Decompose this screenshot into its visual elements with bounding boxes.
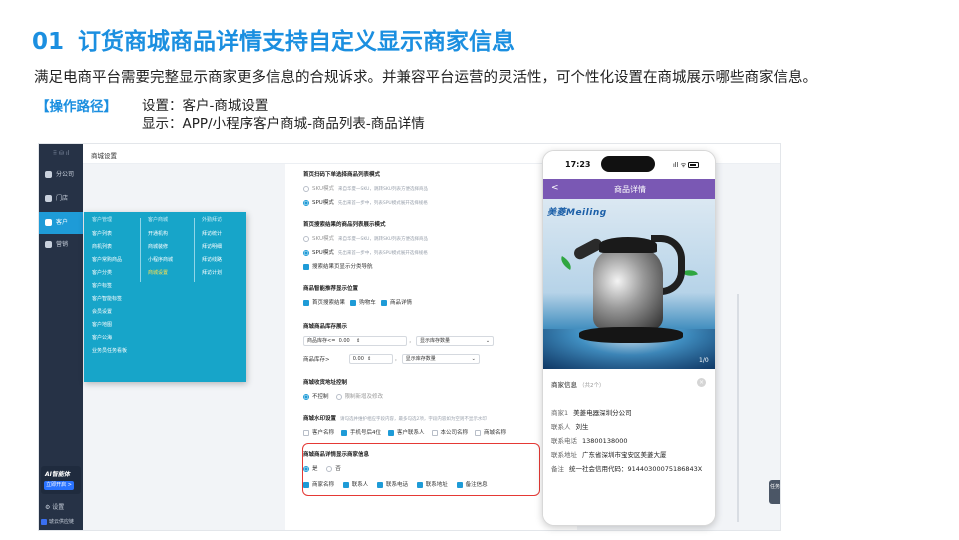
sidebar-bottom-brand: 琥云供应链	[41, 518, 74, 525]
slide-number: 01	[32, 29, 65, 55]
brand-icon	[41, 518, 47, 525]
menu-item[interactable]: 客户列表	[92, 228, 127, 241]
sidebar-item-store[interactable]: 门店	[39, 188, 83, 210]
leaf-decoration	[557, 256, 575, 270]
merchant-info-card: 商家信息 （共2个） × 商家1 美菱电器深圳分公司 联系人 刘生 联系电话 13800…	[543, 369, 715, 525]
setting-option[interactable]: SKU模式 来自华夏一SKU，跳转SKU列表方便选择商品	[303, 184, 428, 192]
phone-preview: 17:23 ıll ᯤ < 商品详情 美菱Meiling 1/0 商家信息 （共2…	[542, 150, 716, 526]
sidebar-item-marketing[interactable]: 营销	[39, 234, 83, 256]
status-icons: ıll ᯤ	[673, 160, 700, 169]
kettle-body	[593, 249, 663, 329]
setting-option[interactable]: SPU模式 先出来首一步中，列表SPU模式展开选择规格	[303, 248, 428, 256]
merchant-card-title: 商家信息 （共2个）	[551, 381, 605, 389]
menu-item[interactable]: 小程序商城	[148, 254, 173, 267]
product-image[interactable]: 美菱Meiling 1/0	[543, 199, 715, 369]
setting-checkbox-group[interactable]: 首页搜索结果 购物车 商品详情	[303, 298, 412, 306]
menu-item[interactable]: 拜访明细	[202, 241, 222, 254]
sidebar-settings[interactable]: ⚙ 设置	[45, 502, 64, 511]
menu-item[interactable]: 客户分类	[92, 267, 127, 280]
chevron-down-icon: ⌄	[471, 356, 476, 362]
chart-icon	[45, 241, 52, 248]
menu-item[interactable]: 客户常购商品	[92, 254, 127, 267]
menu-item[interactable]: 业务员任务看板	[92, 345, 127, 358]
ai-agent-box: AI智能体 立即开启 >	[41, 466, 81, 494]
slide-description: 满足电商平台需要完整显示商家更多信息的合规诉求。并兼容平台运营的灵活性，可个性化…	[34, 70, 817, 86]
menu-item[interactable]: 客户标签	[92, 280, 127, 293]
highlight-box	[302, 443, 540, 496]
path-setting: 设置：客户-商城设置	[142, 98, 269, 114]
chevron-down-icon: ⌄	[485, 338, 491, 344]
merchant-row: 商家1 美菱电器深圳分公司	[551, 409, 632, 417]
kettle-base	[579, 327, 683, 343]
brand-logo: 美菱Meiling	[547, 208, 607, 218]
merchant-row: 联系人 刘生	[551, 423, 589, 431]
path-display: 显示：APP/小程序客户商城-商品列表-商品详情	[142, 116, 425, 132]
page-title: 商城设置	[91, 152, 117, 160]
setting-option[interactable]: SPU模式 先出来首一步中，列表SPU模式展开选择规格	[303, 198, 428, 206]
task-side-tab[interactable]: 任务	[769, 480, 780, 504]
menu-item[interactable]: 客户公海	[92, 332, 127, 345]
merchant-row: 联系地址 广东省深圳市宝安区美菱大厦	[551, 451, 667, 459]
sidebar-logo: ⠿ ⛁ ıl	[52, 150, 70, 157]
menu-item[interactable]: 开通机构	[148, 228, 173, 241]
ai-open-button[interactable]: 立即开启 >	[44, 481, 74, 490]
path-label: 【操作路径】	[36, 99, 117, 115]
customer-menu-dropdown: 客户管理 客户列表 商机列表 客户常购商品 客户分类 客户标签 客户智能标签 会…	[84, 212, 246, 382]
merchant-row: 联系电话 13800138000	[551, 437, 628, 445]
setting-option[interactable]: SKU模式 来自华夏一SKU，跳转SKU列表方便选择商品	[303, 234, 428, 242]
dynamic-island	[601, 156, 655, 172]
watermark-options[interactable]: 客户名称 手机号后4位 客户联系人 本公司名称 商城名称	[303, 428, 506, 436]
merchant-row: 备注 统一社会信用代码：91440300075186843X	[551, 465, 703, 473]
menu-item[interactable]: 拜访计划	[202, 267, 222, 280]
phone-time: 17:23	[565, 160, 591, 169]
user-icon	[45, 219, 52, 226]
scrollbar[interactable]	[737, 294, 739, 522]
menu-column-field-visits: 外勤拜访 拜访统计 拜访明细 拜访线路 拜访计划	[202, 216, 222, 280]
stock-condition-field[interactable]: 商品库存<= 0.00 ⇕	[303, 336, 407, 346]
phone-nav-bar: < 商品详情	[543, 179, 715, 199]
sidebar-item-branch[interactable]: 分公司	[39, 164, 83, 186]
setting-title: 首页搜索结果的商品列表展示模式	[303, 222, 386, 228]
battery-icon	[688, 162, 700, 168]
kettle-lid	[599, 237, 657, 253]
menu-column-customer-management: 客户管理 客户列表 商机列表 客户常购商品 客户分类 客户标签 客户智能标签 会…	[92, 216, 127, 358]
menu-item[interactable]: 会员设置	[92, 306, 127, 319]
setting-title-row: 商城水印设置 请勾选并维护相应字段内容，最多勾选2项，字段内容如为空则不显示水印	[303, 416, 487, 422]
close-icon[interactable]: ×	[697, 378, 706, 387]
setting-title: 商城商品库存展示	[303, 324, 348, 330]
menu-item[interactable]: 拜访统计	[202, 228, 222, 241]
stock-display-select[interactable]: 显示库存数量 ⌄	[401, 354, 480, 364]
setting-radio-group[interactable]: 不控制 限制新增及修改	[303, 392, 383, 400]
menu-item[interactable]: 客户智能标签	[92, 293, 127, 306]
stock-value-field[interactable]: 0.00 ⇕	[348, 354, 393, 364]
menu-column-customer-mall: 客户商城 开通机构 商城装修 小程序商城 商城设置	[148, 216, 173, 280]
sidebar: ⠿ ⛁ ıl 分公司 门店 客户 营销 AI智能体 立即开启 > ⚙ 设置 琥云…	[39, 144, 83, 530]
menu-divider	[194, 218, 195, 282]
setting-title: 商城收货地址控制	[303, 380, 348, 386]
menu-item[interactable]: 商城装修	[148, 241, 173, 254]
setting-title: 商品智能推荐显示位置	[303, 286, 359, 292]
signal-icon: ıll ᯤ	[673, 161, 687, 169]
phone-nav-title: 商品详情	[614, 185, 646, 194]
image-page-indicator: 1/0	[699, 357, 709, 364]
slide-title: 01 订货商城商品详情支持自定义显示商家信息	[32, 22, 515, 56]
store-icon	[45, 195, 52, 202]
stock-row-2: 商品库存> 0.00 ⇕ ， 显示库存数量 ⌄	[303, 354, 480, 364]
location-icon	[45, 171, 52, 178]
menu-item-mall-settings[interactable]: 商城设置	[148, 267, 173, 280]
menu-divider	[140, 218, 141, 282]
menu-item[interactable]: 客户地图	[92, 319, 127, 332]
stock-display-select[interactable]: 显示库存数量 ⌄	[416, 336, 495, 346]
sidebar-item-customer[interactable]: 客户	[39, 212, 83, 234]
phone-status-bar: 17:23 ıll ᯤ	[543, 151, 715, 179]
stock-row-1: 商品库存<= 0.00 ⇕ ， 显示库存数量 ⌄	[303, 336, 495, 346]
ai-title: AI智能体	[45, 471, 70, 478]
menu-item[interactable]: 商机列表	[92, 241, 127, 254]
slide-title-text: 订货商城商品详情支持自定义显示商家信息	[78, 29, 516, 55]
menu-item[interactable]: 拜访线路	[202, 254, 222, 267]
setting-checkbox[interactable]: 搜索结果页显示分类导航	[303, 262, 373, 270]
setting-title: 首页扫码下单选择商品列表模式	[303, 172, 381, 178]
